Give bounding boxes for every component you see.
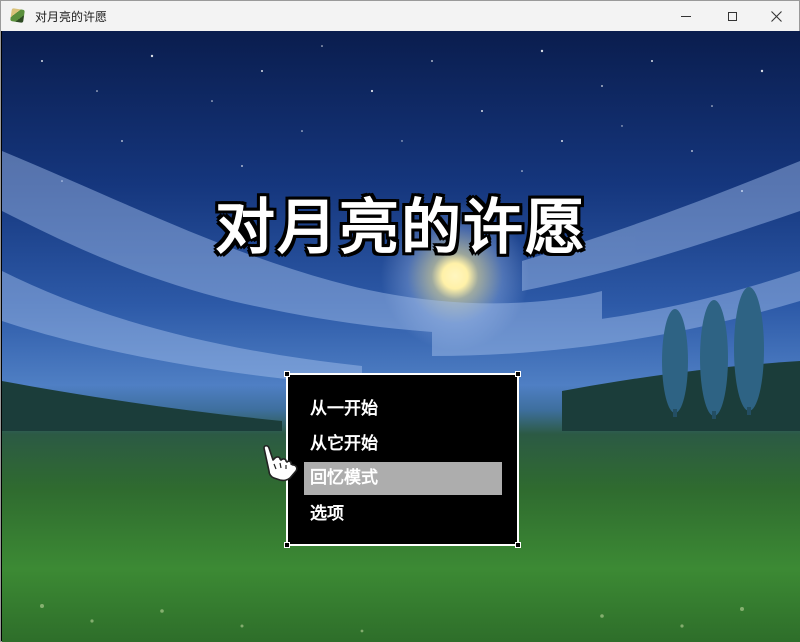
menu-item-options[interactable]: 选项 bbox=[304, 498, 502, 531]
menu-item-continue[interactable]: 从它开始 bbox=[304, 428, 502, 461]
title-menu: 从一开始 从它开始 回忆模式 选项 bbox=[284, 371, 521, 548]
game-title: 对月亮的许愿 bbox=[215, 193, 587, 263]
close-button[interactable] bbox=[753, 1, 799, 31]
menu-item-new-game[interactable]: 从一开始 bbox=[304, 393, 502, 426]
minimize-button[interactable] bbox=[663, 1, 709, 31]
clouds-and-trees bbox=[2, 151, 800, 633]
window-title: 对月亮的许愿 bbox=[35, 9, 108, 24]
maximize-button[interactable] bbox=[709, 1, 755, 31]
menu-item-recollection-mode[interactable]: 回忆模式 bbox=[304, 462, 502, 495]
title-bar[interactable]: 对月亮的许愿 bbox=[1, 1, 799, 31]
app-icon bbox=[10, 8, 26, 24]
minimize-icon bbox=[681, 15, 691, 17]
close-icon bbox=[770, 10, 782, 22]
game-screen: 对月亮的许愿 从一开始 从它开始 回忆模式 选项 bbox=[2, 31, 800, 642]
pointing-hand-icon bbox=[263, 444, 298, 482]
app-window: 对月亮的许愿 对月亮的许愿 从一开始 从它开始 回忆模式 选项 bbox=[0, 0, 800, 642]
maximize-icon bbox=[727, 11, 737, 21]
